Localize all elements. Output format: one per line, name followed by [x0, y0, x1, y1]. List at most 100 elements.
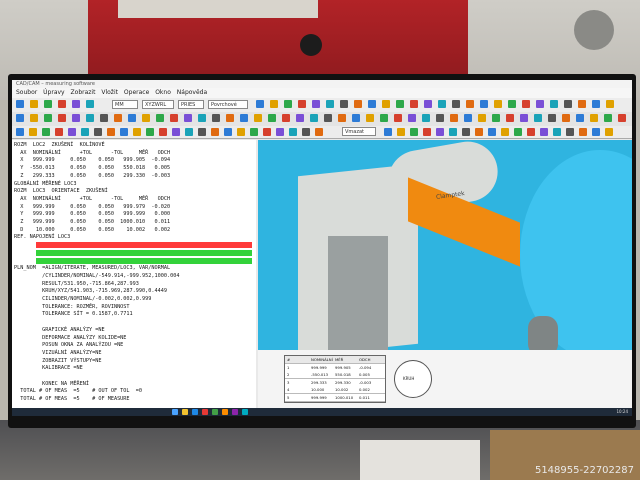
toolbar-command-icon[interactable] [86, 114, 94, 122]
toolbar-graphic-icon[interactable] [29, 128, 37, 136]
toolbar-tool-icon[interactable] [578, 100, 586, 108]
toolbar-graphic-icon[interactable] [501, 128, 509, 136]
toolbar-command-icon[interactable] [142, 114, 150, 122]
toolbar-tool-icon[interactable] [298, 100, 306, 108]
view-field[interactable]: Vmazat [342, 127, 376, 136]
toolbar-command-icon[interactable] [58, 114, 66, 122]
toolbar-command-icon[interactable] [254, 114, 262, 122]
toolbar-graphic-icon[interactable] [16, 128, 24, 136]
toolbar-tool-icon[interactable] [340, 100, 348, 108]
toolbar-graphic-icon[interactable] [592, 128, 600, 136]
toolbar-command-icon[interactable] [198, 114, 206, 122]
toolbar-command-icon[interactable] [520, 114, 528, 122]
toolbar-command-icon[interactable] [436, 114, 444, 122]
toolbar-graphic-icon[interactable] [42, 128, 50, 136]
toolbar-graphic-icon[interactable] [68, 128, 76, 136]
toolbar-graphic-icon[interactable] [276, 128, 284, 136]
toolbar-graphic-icon[interactable] [55, 128, 63, 136]
toolbar-tool-icon[interactable] [16, 100, 24, 108]
toolbar-tool-icon[interactable] [354, 100, 362, 108]
toolbar-tool-icon[interactable] [410, 100, 418, 108]
taskbar-app-icon[interactable] [212, 409, 218, 415]
toolbar-command-icon[interactable] [534, 114, 542, 122]
units-field[interactable]: MM [112, 100, 138, 109]
toolbar-command-icon[interactable] [30, 114, 38, 122]
toolbar-command-icon[interactable] [16, 114, 24, 122]
menu-item-file[interactable]: Soubor [16, 89, 37, 96]
toolbar-command-icon[interactable] [296, 114, 304, 122]
toolbar-command-icon[interactable] [562, 114, 570, 122]
toolbar-graphic-icon[interactable] [410, 128, 418, 136]
toolbar-graphic-icon[interactable] [384, 128, 392, 136]
toolbar-command-icon[interactable] [114, 114, 122, 122]
toolbar-command-icon[interactable] [226, 114, 234, 122]
toolbar-graphic-icon[interactable] [289, 128, 297, 136]
toolbar-graphic-icon[interactable] [475, 128, 483, 136]
toolbar-tool-icon[interactable] [438, 100, 446, 108]
toolbar-graphic-icon[interactable] [579, 128, 587, 136]
toolbar-graphic-icon[interactable] [263, 128, 271, 136]
toolbar-command-icon[interactable] [590, 114, 598, 122]
toolbar-command-icon[interactable] [212, 114, 220, 122]
toolbar-tool-icon[interactable] [536, 100, 544, 108]
menu-item-edit[interactable]: Úpravy [43, 89, 64, 96]
toolbar-command-icon[interactable] [478, 114, 486, 122]
toolbar-graphic-icon[interactable] [553, 128, 561, 136]
toolbar-command-icon[interactable] [100, 114, 108, 122]
toolbar-command-icon[interactable] [506, 114, 514, 122]
toolbar-command-icon[interactable] [576, 114, 584, 122]
toolbar-tool-icon[interactable] [592, 100, 600, 108]
toolbar-graphic-icon[interactable] [527, 128, 535, 136]
toolbar-graphic-icon[interactable] [107, 128, 115, 136]
toolbar-tool-icon[interactable] [550, 100, 558, 108]
highlighted-row[interactable] [36, 257, 252, 264]
toolbar-tool-icon[interactable] [564, 100, 572, 108]
toolbar-command-icon[interactable] [282, 114, 290, 122]
toolbar-command-icon[interactable] [170, 114, 178, 122]
toolbar-command-icon[interactable] [352, 114, 360, 122]
toolbar-tool-icon[interactable] [312, 100, 320, 108]
toolbar-tool-icon[interactable] [44, 100, 52, 108]
toolbar-command-icon[interactable] [44, 114, 52, 122]
toolbar-graphic-icon[interactable] [397, 128, 405, 136]
taskbar-app-icon[interactable] [242, 409, 248, 415]
toolbar-tool-icon[interactable] [368, 100, 376, 108]
toolbar-command-icon[interactable] [128, 114, 136, 122]
toolbar-tool-icon[interactable] [326, 100, 334, 108]
toolbar-graphic-icon[interactable] [224, 128, 232, 136]
toolbar-command-icon[interactable] [324, 114, 332, 122]
toolbar-tool-icon[interactable] [452, 100, 460, 108]
toolbar-command-icon[interactable] [408, 114, 416, 122]
toolbar-graphic-icon[interactable] [133, 128, 141, 136]
toolbar-command-icon[interactable] [338, 114, 346, 122]
toolbar-graphic-icon[interactable] [436, 128, 444, 136]
coord-field[interactable]: XYZWRL [142, 100, 174, 109]
taskbar-app-icon[interactable] [232, 409, 238, 415]
toolbar-tool-icon[interactable] [382, 100, 390, 108]
toolbar-command-icon[interactable] [394, 114, 402, 122]
toolbar-tool-icon[interactable] [256, 100, 264, 108]
menu-item-insert[interactable]: Vložit [101, 89, 118, 96]
toolbar-graphic-icon[interactable] [449, 128, 457, 136]
toolbar-graphic-icon[interactable] [120, 128, 128, 136]
menu-item-help[interactable]: Nápověda [177, 89, 207, 96]
toolbar-graphic-icon[interactable] [159, 128, 167, 136]
toolbar-graphic-icon[interactable] [237, 128, 245, 136]
toolbar-graphic-icon[interactable] [540, 128, 548, 136]
highlighted-row[interactable] [36, 249, 252, 256]
toolbar-command-icon[interactable] [366, 114, 374, 122]
toolbar-command-icon[interactable] [450, 114, 458, 122]
toolbar-graphic-icon[interactable] [172, 128, 180, 136]
toolbar-command-icon[interactable] [618, 114, 626, 122]
toolbar-command-icon[interactable] [156, 114, 164, 122]
toolbar-graphic-icon[interactable] [198, 128, 206, 136]
toolbar-graphic-icon[interactable] [211, 128, 219, 136]
toolbar-command-icon[interactable] [548, 114, 556, 122]
toolbar-graphic-icon[interactable] [146, 128, 154, 136]
toolbar-tool-icon[interactable] [508, 100, 516, 108]
toolbar-tool-icon[interactable] [424, 100, 432, 108]
taskbar-app-icon[interactable] [192, 409, 198, 415]
toolbar-tool-icon[interactable] [522, 100, 530, 108]
toolbar-tool-icon[interactable] [284, 100, 292, 108]
toolbar-tool-icon[interactable] [606, 100, 614, 108]
